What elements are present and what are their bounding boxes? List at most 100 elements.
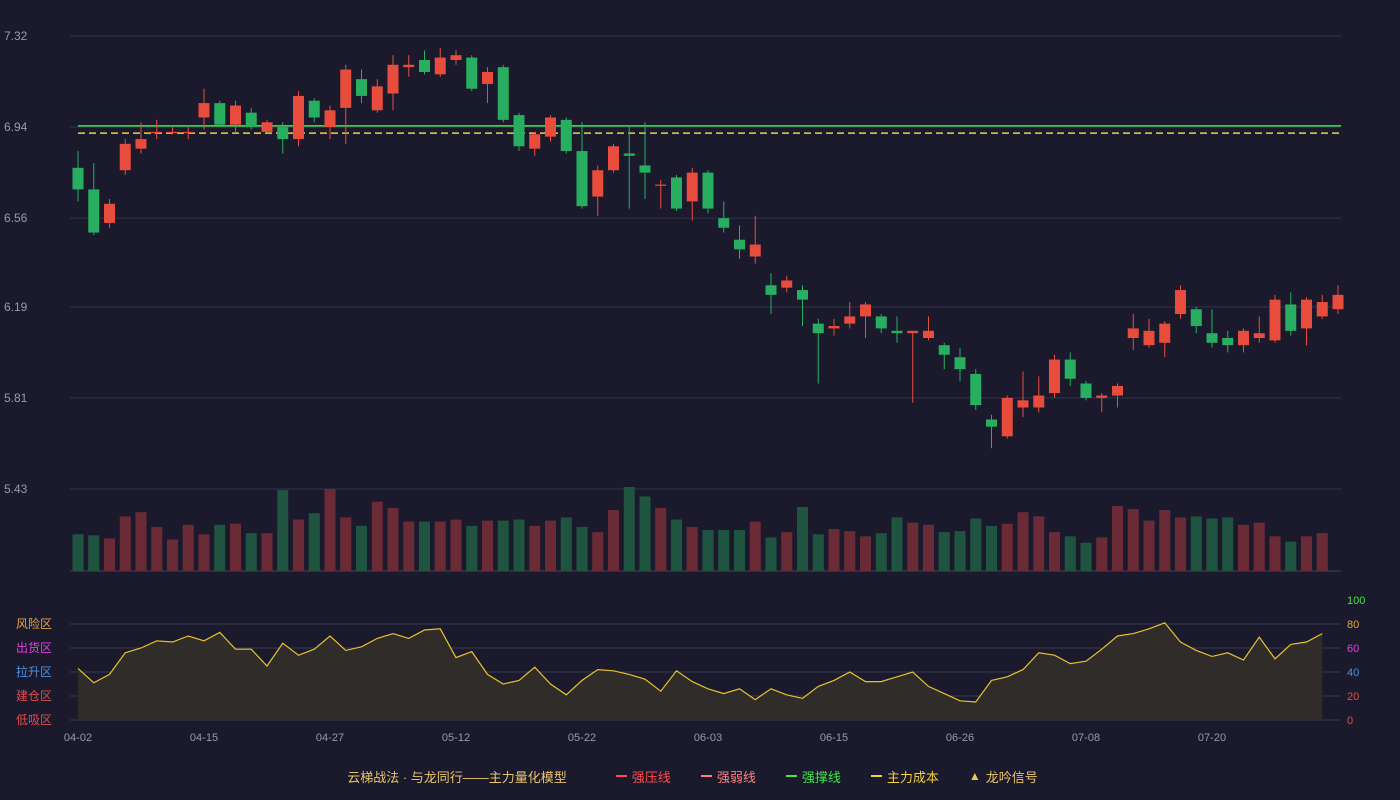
volume-bar xyxy=(576,526,588,571)
candle xyxy=(576,122,588,209)
candle xyxy=(371,79,383,113)
candle xyxy=(734,225,745,259)
candle xyxy=(702,170,714,214)
indicator-right-tick: 40 xyxy=(1347,667,1359,679)
volume-bar xyxy=(1143,520,1155,571)
volume-bar xyxy=(828,529,840,571)
volume-bar xyxy=(749,521,761,571)
volume-bar xyxy=(324,489,336,571)
volume-bar xyxy=(797,506,808,571)
candle xyxy=(1190,306,1202,334)
candle xyxy=(214,100,226,128)
legend-item-dragon-signal[interactable]: ▲ 龙吟信号 xyxy=(969,767,1038,786)
zone-label: 低吸区 xyxy=(16,713,52,727)
volume-bar xyxy=(529,525,541,571)
candle xyxy=(1017,371,1029,418)
volume-bar xyxy=(1049,532,1060,571)
candle-body xyxy=(1143,330,1155,346)
volume-bar xyxy=(1159,510,1171,571)
candle xyxy=(860,302,871,338)
candle xyxy=(844,302,856,329)
candle-body xyxy=(860,304,871,317)
legend-item-strength-line[interactable]: 强弱线 xyxy=(700,767,756,786)
candle-body xyxy=(261,122,273,132)
candle-body xyxy=(970,373,982,406)
volume-bar xyxy=(1080,542,1092,571)
candle-body xyxy=(812,323,824,334)
volume-bar xyxy=(608,510,619,571)
volume-bar xyxy=(387,508,399,571)
candle-body xyxy=(545,117,556,137)
candle-body xyxy=(1206,333,1218,343)
chart-legend: 云梯战法 · 与龙同行——主力量化模型 强压线 强弱线 强撑线 主力成本 ▲ 龙… xyxy=(0,764,1400,788)
volume-bar xyxy=(119,516,131,571)
volume-bar xyxy=(1206,518,1218,571)
y-tick-label: 5.43 xyxy=(4,482,28,496)
candle xyxy=(1253,316,1265,343)
volume-bar xyxy=(151,526,163,571)
candle xyxy=(324,105,336,140)
indicator-right-tick: 80 xyxy=(1347,619,1359,631)
candle xyxy=(1112,383,1123,408)
volume-bar xyxy=(497,520,509,571)
volume-bar xyxy=(403,521,415,571)
candle xyxy=(497,64,509,123)
candle xyxy=(1316,294,1328,319)
candle xyxy=(1159,321,1171,358)
y-tick-label: 5.81 xyxy=(4,391,28,405)
y-tick-label: 6.19 xyxy=(4,300,28,314)
candle xyxy=(419,50,430,75)
volume-bar xyxy=(450,519,462,571)
candle xyxy=(1301,297,1312,346)
candle-body xyxy=(72,167,84,190)
candle-body xyxy=(1175,290,1186,315)
candle-body xyxy=(1190,309,1202,327)
candle-body xyxy=(1253,333,1265,338)
candle xyxy=(686,167,698,221)
candle-body xyxy=(104,203,115,223)
volume-bar xyxy=(230,523,241,571)
candle xyxy=(1222,330,1234,353)
legend-item-cost-line[interactable]: 主力成本 xyxy=(870,767,939,786)
candle xyxy=(119,139,131,176)
volume-bar xyxy=(781,532,793,571)
candle-body xyxy=(198,103,210,118)
legend-item-pressure-line[interactable]: 强压线 xyxy=(615,767,671,786)
volume-bar xyxy=(891,517,903,571)
candle-body xyxy=(1238,330,1249,346)
volume-bar xyxy=(1112,505,1123,571)
volume-bar xyxy=(592,532,604,571)
volume-bar xyxy=(970,518,982,571)
candle-body xyxy=(434,57,446,75)
volume-bar xyxy=(718,530,730,571)
legend-swatch-cost xyxy=(870,775,882,777)
volume-bar xyxy=(261,533,273,571)
candle xyxy=(875,314,887,334)
legend-item-support-line[interactable]: 强撑线 xyxy=(785,767,841,786)
candle xyxy=(1143,318,1155,348)
candle-body xyxy=(1285,304,1297,331)
candle xyxy=(1238,328,1249,353)
candle-layer xyxy=(72,47,1344,449)
candle-body xyxy=(623,153,635,156)
volume-bar xyxy=(734,530,745,571)
candle-body xyxy=(891,330,903,334)
candle xyxy=(1064,352,1076,386)
candle-body xyxy=(371,86,383,111)
candle-body xyxy=(308,100,320,118)
candle xyxy=(72,151,84,202)
candle-body xyxy=(340,69,352,108)
volume-bar xyxy=(277,490,289,571)
candle-body xyxy=(356,79,367,96)
x-tick-label: 05-22 xyxy=(568,732,596,744)
indicator-area xyxy=(78,622,1323,720)
candle-body xyxy=(844,316,856,324)
candle xyxy=(560,117,572,154)
candle xyxy=(545,115,556,142)
legend-label-support: 强撑线 xyxy=(801,769,841,785)
volume-bar xyxy=(844,531,856,571)
volume-bar xyxy=(860,536,871,571)
candle-body xyxy=(387,64,399,94)
candle xyxy=(1206,309,1218,348)
candle xyxy=(986,414,997,449)
